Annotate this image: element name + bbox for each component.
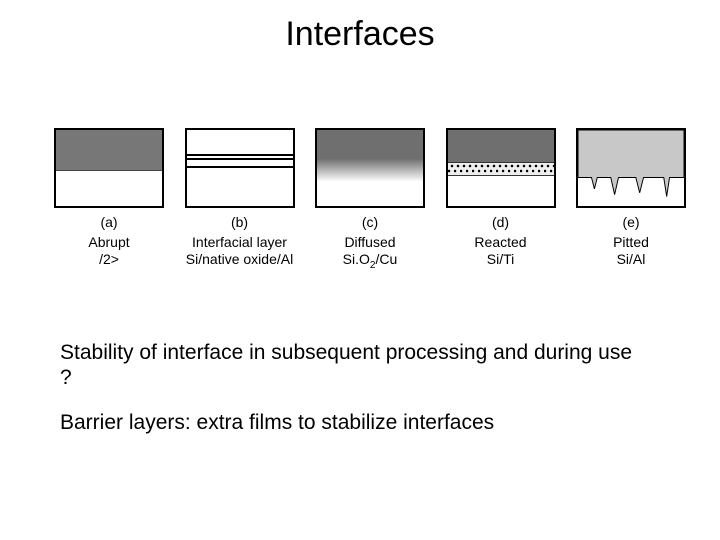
panel-a-letter: (a) (88, 214, 129, 232)
panel-e-letter: (e) (613, 214, 649, 232)
panel-e-label: (e) Pitted Si/Al (613, 214, 649, 269)
panel-b-name: Interfacial layer (192, 234, 287, 250)
diagram-interfacial-layer (185, 128, 295, 208)
panel-b-label: (b) Interfacial layer Si/native oxide/Al (186, 214, 293, 269)
panel-c-label: (c) Diffused Si.O2/Cu (343, 214, 398, 269)
diagram-reacted (446, 128, 556, 208)
panel-c: (c) Diffused Si.O2/Cu (311, 128, 429, 269)
diagram-abrupt (54, 128, 164, 208)
panel-b-letter: (b) (186, 214, 293, 232)
body-paragraph-2: Barrier layers: extra films to stabilize… (60, 410, 640, 435)
figure-row: (a) Abrupt /2> (b) Interfacial layer Si/… (50, 128, 690, 269)
panel-e-sub: Si/Al (617, 251, 646, 267)
slide-title: Interfaces (0, 15, 720, 54)
panel-b: (b) Interfacial layer Si/native oxide/Al (181, 128, 299, 269)
diagram-diffused (315, 128, 425, 208)
panel-e-name: Pitted (613, 234, 649, 250)
panel-d-label: (d) Reacted Si/Ti (474, 214, 526, 269)
panel-a-sub: /2> (99, 251, 119, 267)
panel-a: (a) Abrupt /2> (50, 128, 168, 269)
panel-a-name: Abrupt (88, 234, 129, 250)
panel-d-name: Reacted (474, 234, 526, 250)
panel-d: (d) Reacted Si/Ti (442, 128, 560, 269)
panel-e: (e) Pitted Si/Al (572, 128, 690, 269)
body-paragraph-1: Stability of interface in subsequent pro… (60, 340, 640, 390)
panel-d-letter: (d) (474, 214, 526, 232)
panel-a-label: (a) Abrupt /2> (88, 214, 129, 269)
panel-c-letter: (c) (343, 214, 398, 232)
panel-c-sub: Si.O2/Cu (343, 251, 398, 267)
slide: Interfaces (a) Abrupt /2> (b) Interfacia… (0, 0, 720, 540)
panel-b-sub: Si/native oxide/Al (186, 251, 293, 267)
panel-d-sub: Si/Ti (487, 251, 514, 267)
diagram-pitted (576, 128, 686, 208)
panel-c-name: Diffused (344, 234, 395, 250)
